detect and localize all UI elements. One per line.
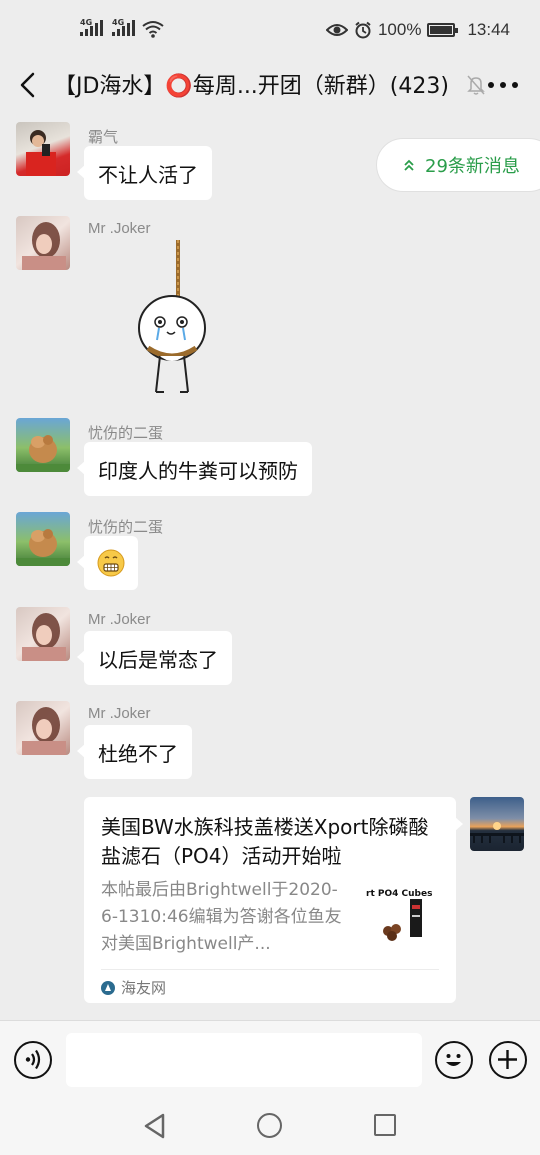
nav-back-icon[interactable] [142, 1112, 168, 1140]
link-card-thumbnail: rt PO4 Cubes [366, 885, 442, 945]
clock: 13:44 [467, 20, 510, 39]
voice-icon[interactable] [14, 1041, 52, 1079]
signal-icon: 4G [80, 18, 103, 36]
double-chevron-up-icon [404, 159, 414, 171]
sender-name: Mr .Joker [88, 220, 151, 237]
eye-icon [325, 24, 348, 36]
avatar[interactable] [16, 418, 70, 472]
avatar[interactable] [16, 122, 70, 176]
battery-icon [427, 23, 459, 37]
new-messages-label: 29条新消息 [425, 156, 520, 177]
message-bubble[interactable]: 印度人的牛粪可以预防 [77, 442, 312, 496]
thumb-text: rt PO4 Cubes [366, 889, 432, 899]
new-messages-button[interactable]: 29条新消息 [376, 138, 540, 192]
message-bubble[interactable]: 杜绝不了 [77, 725, 192, 779]
emoji-icon[interactable] [435, 1041, 473, 1079]
my-avatar[interactable] [470, 797, 524, 851]
status-right: 100% 13:44 [325, 20, 510, 40]
avatar[interactable] [16, 701, 70, 755]
signal-icon-2: 4G [112, 18, 135, 36]
message-input[interactable] [66, 1033, 422, 1087]
sender-name: 忧伤的二蛋 [88, 425, 164, 442]
signal-label: 4G [80, 18, 93, 27]
back-arrow-icon[interactable] [14, 68, 44, 102]
message-bubble[interactable]: 以后是常态了 [77, 631, 232, 685]
avatar[interactable] [16, 216, 70, 270]
nav-recents-icon[interactable] [374, 1114, 396, 1136]
battery-percent: 100% [377, 20, 422, 39]
link-card-source: 海友网 [101, 977, 166, 998]
link-card-source-label: 海友网 [121, 979, 167, 997]
status-bar: 4G 4G 100% 13:44 [0, 0, 540, 62]
chat-header: 【JD海水】⭕每周...开团（新群）(423) [0, 62, 540, 108]
sender-name: Mr .Joker [88, 705, 151, 722]
link-card-divider [101, 969, 439, 970]
link-card-description: 本帖最后由Brightwell于2020-6-1310:46编辑为答谢各位鱼友对… [101, 880, 342, 954]
avatar[interactable] [16, 607, 70, 661]
sender-name: Mr .Joker [88, 611, 151, 628]
alarm-icon [355, 21, 371, 39]
input-bar [0, 1020, 540, 1100]
nav-home-icon[interactable] [257, 1113, 282, 1138]
grimace-emoji-icon [97, 549, 125, 577]
source-app-icon [101, 980, 115, 995]
system-nav-bar [0, 1100, 540, 1155]
chat-title[interactable]: 【JD海水】⭕每周...开团（新群）(423) [54, 68, 449, 100]
more-dots-icon[interactable] [488, 72, 518, 98]
wifi-icon [142, 21, 164, 38]
plus-icon[interactable] [489, 1041, 527, 1079]
sender-name: 忧伤的二蛋 [88, 519, 164, 536]
message-bubble[interactable]: 不让人活了 [77, 146, 212, 200]
mute-bell-icon [467, 75, 485, 95]
link-card-title: 美国BW水族科技盖楼送Xport除磷酸盐滤石（PO4）活动开始啦 [101, 815, 429, 868]
message-bubble[interactable] [77, 536, 138, 590]
link-card[interactable]: 美国BW水族科技盖楼送Xport除磷酸盐滤石（PO4）活动开始啦 本帖最后由Br… [84, 797, 463, 1003]
avatar[interactable] [16, 512, 70, 566]
hanging-sticker-image[interactable] [126, 240, 218, 400]
signal-label-2: 4G [112, 18, 125, 27]
sender-name: 霸气 [88, 129, 119, 146]
